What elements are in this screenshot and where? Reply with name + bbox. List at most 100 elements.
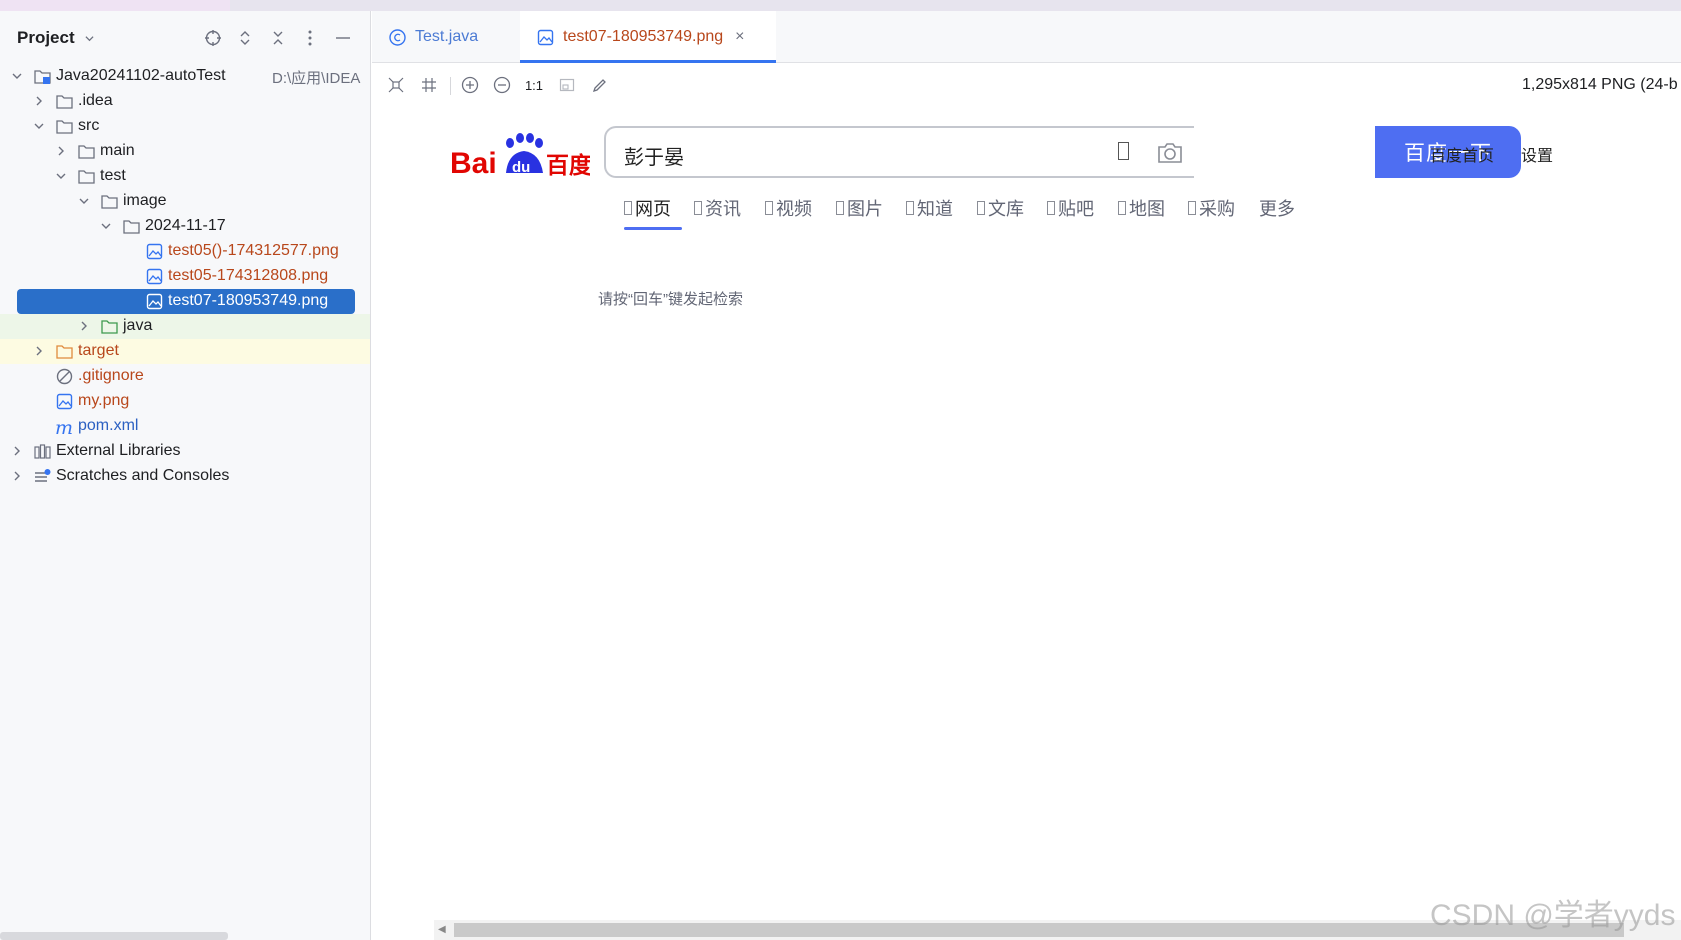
color-picker-icon[interactable] bbox=[588, 73, 612, 97]
zoom-out-icon[interactable] bbox=[490, 73, 514, 97]
fit-icon[interactable] bbox=[384, 73, 408, 97]
tab-icon bbox=[765, 201, 773, 215]
enter-hint: 请按“回车”键发起检索 bbox=[598, 291, 743, 308]
folder-icon bbox=[123, 220, 140, 234]
link-baidu-home[interactable]: 百度首页 bbox=[1430, 142, 1494, 166]
search-input[interactable]: 彭于晏 bbox=[604, 126, 1194, 178]
tree-item-pom[interactable]: m pom.xml bbox=[0, 414, 370, 439]
tree-item-main[interactable]: main bbox=[0, 139, 370, 164]
chevron-right-icon[interactable] bbox=[78, 320, 90, 332]
locate-icon[interactable] bbox=[202, 27, 224, 49]
nav-label: 视频 bbox=[776, 199, 812, 219]
image-file-icon bbox=[537, 29, 554, 45]
folder-icon bbox=[56, 95, 73, 109]
chevron-down-icon[interactable] bbox=[11, 70, 23, 82]
nav-tab-video[interactable]: 视频 bbox=[765, 195, 812, 221]
nav-tab-images[interactable]: 图片 bbox=[836, 195, 883, 221]
scratches-icon bbox=[35, 469, 51, 482]
tree-item-date-folder[interactable]: 2024-11-17 bbox=[0, 214, 370, 239]
tree-item-src[interactable]: src bbox=[0, 114, 370, 139]
tree-item-external-libraries[interactable]: External Libraries bbox=[0, 439, 370, 464]
tree-item-target[interactable]: target bbox=[0, 339, 370, 364]
close-icon[interactable]: × bbox=[735, 28, 744, 46]
chevron-down-icon[interactable] bbox=[33, 120, 45, 132]
tab-icon bbox=[1188, 201, 1196, 215]
tab-test07-png[interactable]: test07-180953749.png × bbox=[520, 11, 776, 63]
tree-item-png-file[interactable]: test05-174312808.png bbox=[0, 264, 370, 289]
link-settings[interactable]: 设置 bbox=[1521, 142, 1553, 166]
chevron-right-icon[interactable] bbox=[33, 345, 45, 357]
project-title[interactable]: Project bbox=[17, 28, 75, 48]
chevron-right-icon[interactable] bbox=[55, 145, 67, 157]
tree-item-label: test07-180953749.png bbox=[168, 292, 329, 309]
nav-tab-more[interactable]: 更多 bbox=[1259, 195, 1295, 221]
voice-icon[interactable] bbox=[1118, 142, 1129, 160]
zoom-in-icon[interactable] bbox=[458, 73, 482, 97]
nav-tab-purchase[interactable]: 采购 bbox=[1188, 195, 1235, 221]
tree-item-my-png[interactable]: my.png bbox=[0, 389, 370, 414]
tab-icon bbox=[694, 201, 702, 215]
expand-all-icon[interactable] bbox=[234, 27, 256, 49]
camera-icon[interactable] bbox=[1155, 138, 1185, 168]
chevron-down-icon[interactable] bbox=[55, 170, 67, 182]
tree-item-label: main bbox=[100, 142, 135, 159]
chevron-right-icon[interactable] bbox=[33, 95, 45, 107]
chevron-right-icon[interactable] bbox=[11, 470, 23, 482]
tree-item-project-root[interactable]: Java20241102-autoTest D:\应用\IDEA bbox=[0, 64, 370, 89]
tab-test-java[interactable]: Test.java bbox=[388, 11, 506, 63]
image-preview: Bai du 百度 彭于晏 百度一下 百度首页 设置 网页 资讯 视频 图片 知… bbox=[372, 107, 1681, 917]
module-folder-icon bbox=[34, 70, 51, 84]
grid-icon[interactable] bbox=[417, 73, 441, 97]
test-source-folder-icon bbox=[101, 320, 118, 334]
tree-item-java[interactable]: java bbox=[0, 314, 370, 339]
tree-item-gitignore[interactable]: .gitignore bbox=[0, 364, 370, 389]
folder-icon bbox=[101, 195, 118, 209]
tab-label: test07-180953749.png bbox=[563, 28, 724, 45]
tree-item-idea[interactable]: .idea bbox=[0, 89, 370, 114]
more-options-icon[interactable] bbox=[299, 27, 321, 49]
actual-size-button[interactable]: 1:1 bbox=[522, 73, 546, 97]
tree-item-label: my.png bbox=[78, 392, 130, 409]
project-path: D:\应用\IDEA bbox=[272, 70, 361, 87]
nav-label: 资讯 bbox=[705, 199, 741, 219]
tree-item-label: test05()-174312577.png bbox=[168, 242, 339, 259]
image-file-icon bbox=[146, 293, 163, 310]
tree-item-png-file[interactable]: test05()-174312577.png bbox=[0, 239, 370, 264]
image-toolbar: 1:1 1,295x814 PNG (24-b bbox=[372, 63, 1681, 107]
chevron-down-icon[interactable] bbox=[100, 220, 112, 232]
nav-tab-news[interactable]: 资讯 bbox=[694, 195, 741, 221]
scroll-left-icon[interactable]: ◀ bbox=[438, 924, 446, 935]
nav-tab-map[interactable]: 地图 bbox=[1118, 195, 1165, 221]
tree-item-scratches[interactable]: Scratches and Consoles bbox=[0, 464, 370, 489]
project-panel: Project Java20241102-autoTest D:\应用\IDEA bbox=[0, 11, 371, 940]
nav-tab-wenku[interactable]: 文库 bbox=[977, 195, 1024, 221]
tree-item-label: 2024-11-17 bbox=[145, 217, 226, 234]
folder-icon bbox=[78, 145, 95, 159]
chevron-right-icon[interactable] bbox=[11, 445, 23, 457]
tree-item-label: pom.xml bbox=[78, 417, 139, 434]
nav-label: 地图 bbox=[1129, 199, 1165, 219]
nav-tab-web[interactable]: 网页 bbox=[624, 195, 682, 230]
fit-window-icon[interactable] bbox=[555, 73, 579, 97]
project-scrollbar[interactable] bbox=[0, 932, 228, 940]
baidu-logo: Bai du 百度 bbox=[450, 133, 590, 180]
nav-tab-tieba[interactable]: 贴吧 bbox=[1047, 195, 1094, 221]
tree-item-png-file-selected[interactable]: test07-180953749.png bbox=[0, 289, 370, 314]
toolbar-separator bbox=[450, 77, 451, 95]
tree-item-label: src bbox=[78, 117, 100, 134]
library-icon bbox=[34, 444, 51, 459]
folder-icon bbox=[78, 170, 95, 184]
chevron-down-icon[interactable] bbox=[78, 195, 90, 207]
nav-tab-zhidao[interactable]: 知道 bbox=[906, 195, 953, 221]
tree-item-test[interactable]: test bbox=[0, 164, 370, 189]
collapse-all-icon[interactable] bbox=[267, 27, 289, 49]
tab-icon bbox=[624, 201, 632, 215]
maven-icon: m bbox=[55, 417, 74, 439]
tree-item-image[interactable]: image bbox=[0, 189, 370, 214]
project-header: Project bbox=[0, 11, 370, 63]
minimize-icon[interactable] bbox=[332, 27, 354, 49]
tree-item-label: target bbox=[78, 342, 119, 359]
chevron-down-icon[interactable] bbox=[85, 34, 94, 43]
active-nav-indicator bbox=[624, 227, 682, 230]
search-query: 彭于晏 bbox=[624, 147, 684, 169]
